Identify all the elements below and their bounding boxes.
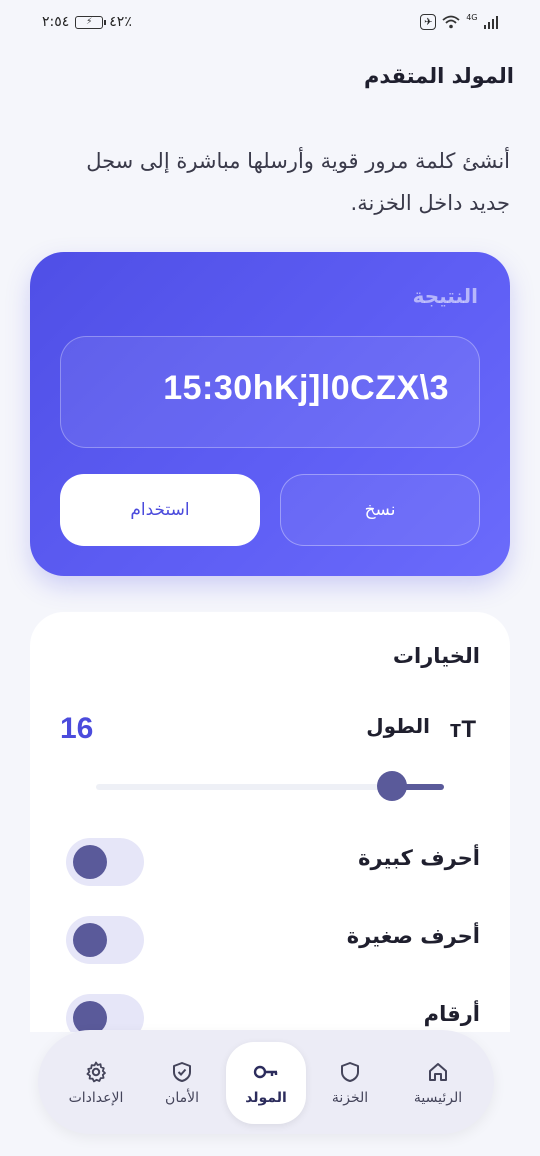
wifi-icon <box>442 15 460 29</box>
nav-item-generator[interactable]: المولد <box>226 1042 306 1124</box>
length-slider[interactable] <box>96 771 444 801</box>
nav-item-security[interactable]: الأمان <box>142 1042 222 1124</box>
battery-percent: ٤٢٪ <box>109 14 132 30</box>
uppercase-toggle[interactable] <box>66 838 144 886</box>
length-label: الطول <box>366 714 430 738</box>
status-bar: ٢:٥٤ ⚡ ٤٢٪ ✈ 4G <box>0 0 540 44</box>
nav-item-vault[interactable]: الخزنة <box>310 1042 390 1124</box>
nav-label-security: الأمان <box>165 1090 199 1106</box>
toggle-knob <box>73 1001 107 1032</box>
result-label: النتيجة <box>412 284 478 308</box>
text-size-icon: ᴛT <box>449 716 476 743</box>
signal-icon <box>483 15 498 29</box>
toggle-row-numbers: أرقام <box>66 994 480 1032</box>
toggle-label-numbers: أرقام <box>423 1002 480 1026</box>
nav-item-settings[interactable]: الإعدادات <box>56 1042 136 1124</box>
page-title: المولد المتقدم <box>363 64 514 88</box>
gear-icon <box>84 1060 108 1084</box>
generated-password: 15:30hKj]l0CZX\3 <box>163 369 449 407</box>
toggle-knob <box>73 923 107 957</box>
password-display[interactable]: 15:30hKj]l0CZX\3 <box>60 336 480 448</box>
options-title: الخيارات <box>392 644 480 668</box>
length-row: ᴛT الطول 16 <box>60 712 480 748</box>
lowercase-toggle[interactable] <box>66 916 144 964</box>
toggle-row-uppercase: أحرف كبيرة <box>66 838 480 886</box>
toggle-row-lowercase: أحرف صغيرة <box>66 916 480 964</box>
status-right: ✈ 4G <box>420 12 498 30</box>
clock: ٢:٥٤ <box>42 14 70 30</box>
result-card: النتيجة 15:30hKj]l0CZX\3 نسخ استخدام <box>30 252 510 576</box>
airplane-mode-icon: ✈ <box>420 14 437 30</box>
nav-label-generator: المولد <box>245 1090 287 1106</box>
shield-icon <box>338 1060 362 1084</box>
length-value: 16 <box>60 712 94 745</box>
key-icon <box>252 1060 280 1084</box>
slider-thumb[interactable] <box>377 771 407 801</box>
network-type: 4G <box>466 12 478 22</box>
page-subtitle: أنشئ كلمة مرور قوية وأرسلها مباشرة إلى س… <box>86 149 510 215</box>
battery-icon: ⚡ <box>75 15 107 29</box>
status-left: ٢:٥٤ ⚡ ٤٢٪ <box>42 14 132 30</box>
nav-item-home[interactable]: الرئيسية <box>398 1042 478 1124</box>
numbers-toggle[interactable] <box>66 994 144 1032</box>
home-icon <box>426 1060 450 1084</box>
use-button[interactable]: استخدام <box>60 474 260 546</box>
copy-button[interactable]: نسخ <box>280 474 480 546</box>
options-card: الخيارات ᴛT الطول 16 أحرف كبيرة أحرف صغي… <box>30 612 510 1032</box>
toggle-label-lowercase: أحرف صغيرة <box>346 924 480 948</box>
toggle-label-uppercase: أحرف كبيرة <box>358 846 480 870</box>
nav-label-vault: الخزنة <box>331 1090 369 1106</box>
bottom-nav: الرئيسية الخزنة المولد الأمان الإعدادات <box>38 1030 494 1134</box>
toggle-knob <box>73 845 107 879</box>
shield-check-icon <box>170 1060 194 1084</box>
nav-label-home: الرئيسية <box>413 1090 463 1106</box>
nav-label-settings: الإعدادات <box>68 1090 124 1106</box>
